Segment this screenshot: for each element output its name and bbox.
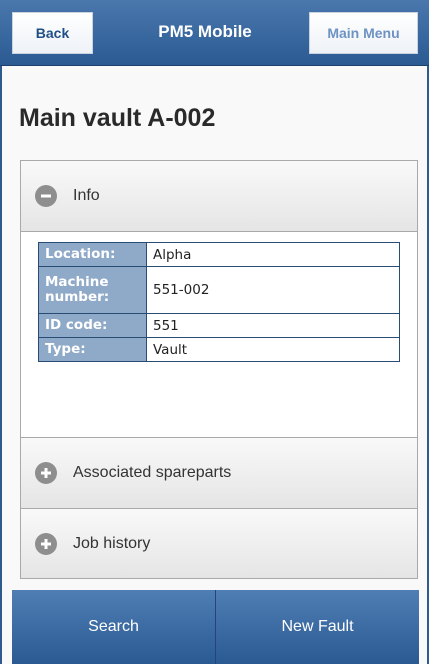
new-fault-button[interactable]: New Fault <box>215 590 419 664</box>
table-row: Type: Vault <box>38 337 400 362</box>
app-title: PM5 Mobile <box>158 22 252 41</box>
plus-circle-icon <box>35 462 57 484</box>
plus-circle-icon <box>35 532 57 555</box>
info-section-content: Location: Alpha Machine number: 551-002 … <box>20 232 418 437</box>
type-value: Vault <box>146 337 400 362</box>
job-history-section-header[interactable]: Job history <box>20 508 418 579</box>
minus-circle-icon <box>35 185 57 207</box>
id-code-value: 551 <box>146 313 400 338</box>
table-row: Location: Alpha <box>38 242 400 267</box>
type-key: Type: <box>38 337 147 362</box>
location-value: Alpha <box>146 242 400 267</box>
table-row: ID code: 551 <box>38 313 400 338</box>
table-row: Machine number: 551-002 <box>38 266 400 314</box>
job-history-section-label: Job history <box>73 534 151 552</box>
main-menu-button[interactable]: Main Menu <box>309 12 418 54</box>
machine-number-key: Machine number: <box>38 266 147 314</box>
spareparts-section-label: Associated spareparts <box>73 464 232 481</box>
details-table: Location: Alpha Machine number: 551-002 … <box>38 242 400 362</box>
spareparts-section-header[interactable]: Associated spareparts <box>20 437 418 509</box>
machine-number-value: 551-002 <box>146 266 400 314</box>
footer-bar: Search New Fault <box>12 590 419 664</box>
location-key: Location: <box>38 242 147 267</box>
back-button[interactable]: Back <box>12 12 93 54</box>
page-title: Main vault A-002 <box>19 104 216 132</box>
info-section-header[interactable]: Info <box>20 160 418 232</box>
info-section-label: Info <box>73 187 100 204</box>
header-bar: Back PM5 Mobile Main Menu <box>0 0 429 66</box>
id-code-key: ID code: <box>38 313 147 338</box>
search-button[interactable]: Search <box>12 590 215 664</box>
